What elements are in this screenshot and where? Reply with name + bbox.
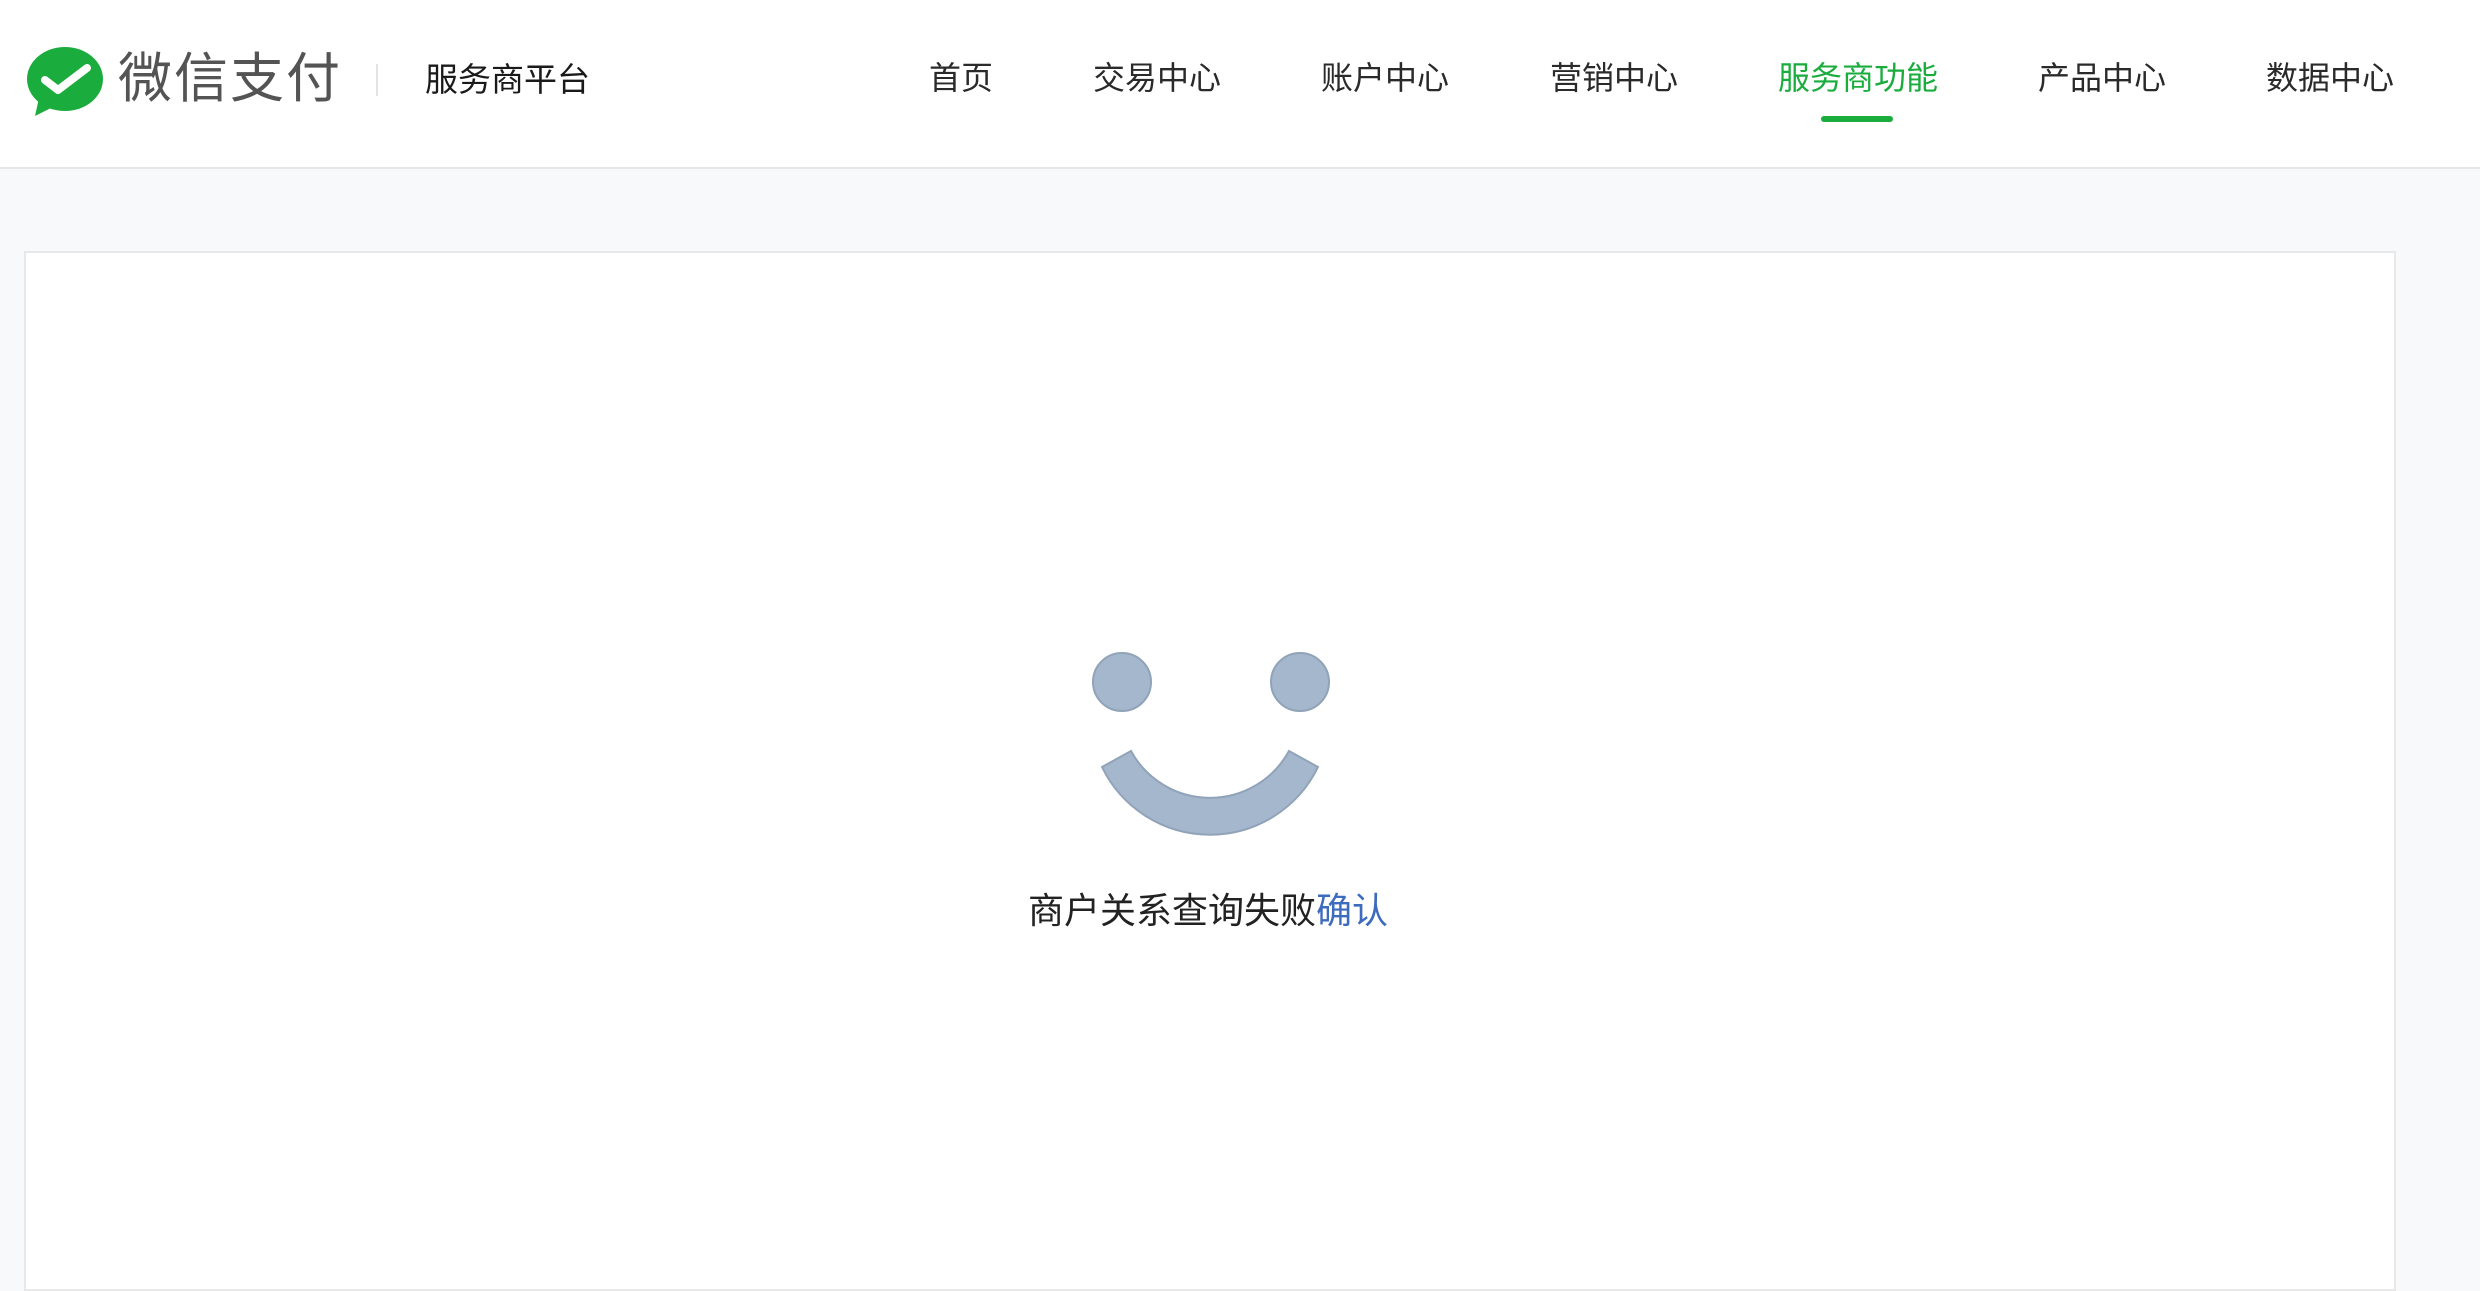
platform-name[interactable]: 服务商平台 [425, 56, 590, 104]
brand-name: 微信支付 [118, 47, 342, 110]
nav-item-trade-center[interactable]: 交易中心 [1093, 54, 1221, 102]
nav-item-data-center[interactable]: 数据中心 [2266, 54, 2394, 102]
confirm-link[interactable]: 确认 [1316, 891, 1388, 932]
nav-item-home[interactable]: 首页 [929, 54, 993, 102]
nav-item-product-center[interactable]: 产品中心 [2038, 54, 2166, 102]
top-header: 微信支付 服务商平台 首页 交易中心 账户中心 营销中心 服务商功能 产品中心 … [0, 0, 2480, 169]
status-message: 商户关系查询失败确认 [1028, 886, 1388, 938]
brand-divider [376, 64, 378, 96]
nav-item-account-center[interactable]: 账户中心 [1321, 54, 1449, 102]
nav-item-service-provider-functions[interactable]: 服务商功能 [1778, 54, 1938, 102]
status-message-text: 商户关系查询失败 [1028, 891, 1317, 932]
nav-item-marketing-center[interactable]: 营销中心 [1550, 54, 1678, 102]
wechat-pay-logo-icon[interactable] [25, 46, 105, 118]
smiley-face-icon [1092, 652, 1330, 836]
active-tab-indicator [1821, 116, 1893, 122]
